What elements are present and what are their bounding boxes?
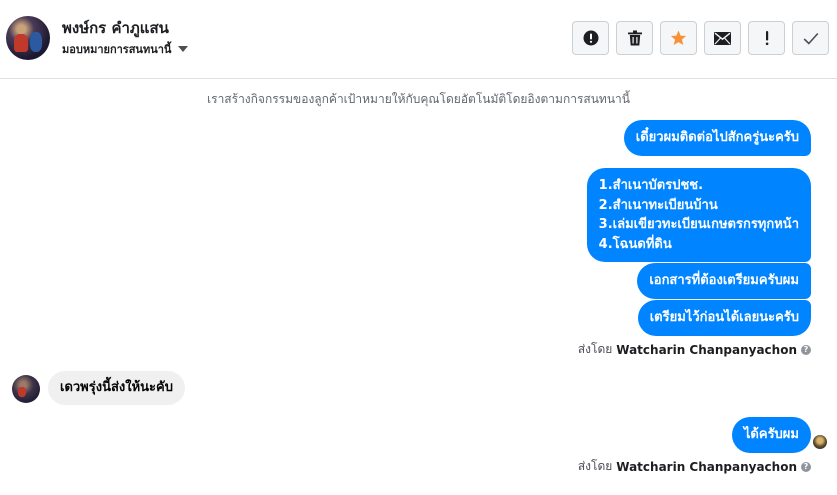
delete-button[interactable] bbox=[616, 21, 653, 55]
conversation-toolbar bbox=[572, 21, 829, 55]
outgoing-message[interactable]: เตรียมไว้ก่อนได้เลยนะครับ bbox=[637, 300, 811, 336]
outgoing-message[interactable]: 1.สำเนาบัตรปชช. 2.สำเนาทะเบียนบ้าน 3.เล่… bbox=[586, 168, 811, 262]
sender-name: Watcharin Chanpanyachon bbox=[616, 459, 797, 474]
sender-name: Watcharin Chanpanyachon bbox=[616, 342, 797, 357]
message-line: 2.สำเนาทะเบียนบ้าน bbox=[598, 197, 718, 213]
alert-circle-icon bbox=[583, 30, 598, 46]
contact-avatar[interactable] bbox=[6, 16, 50, 60]
message-text: เตรียมไว้ก่อนได้เลยนะครับ bbox=[649, 310, 799, 325]
message-line: 1.สำเนาบัตรปชช. bbox=[598, 178, 704, 193]
message-text: เดวพรุ่งนี้ส่งให้นะคับ bbox=[60, 380, 173, 395]
sent-by-prefix: ส่งโดย bbox=[577, 459, 613, 473]
sent-by-prefix: ส่งโดย bbox=[577, 342, 613, 356]
assign-label: มอบหมายการสนทนานี้ bbox=[62, 43, 172, 56]
message-text: เดี๋ยวผมติดต่อไปสักครู่นะครับ bbox=[635, 130, 799, 145]
message-line: 4.โฉนดที่ดิน bbox=[598, 236, 672, 252]
sent-by-label: ส่งโดย Watcharin Chanpanyachon ? bbox=[578, 340, 811, 359]
done-button[interactable] bbox=[792, 21, 829, 55]
spam-button[interactable] bbox=[748, 21, 785, 55]
conversation-header: พงษ์กร คำภูแสน มอบหมายการสนทนานี้ bbox=[0, 0, 837, 79]
outgoing-message[interactable]: ได้ครับผม bbox=[731, 417, 811, 453]
mark-unread-button[interactable] bbox=[704, 21, 741, 55]
help-icon[interactable]: ? bbox=[801, 461, 811, 472]
automation-notice: เราสร้างกิจกรรมของลูกค้าเป้าหมายให้กับคุ… bbox=[207, 92, 630, 106]
contact-avatar-small[interactable] bbox=[12, 375, 40, 403]
check-icon bbox=[803, 32, 818, 45]
sent-by-label: ส่งโดย Watcharin Chanpanyachon ? bbox=[578, 457, 811, 476]
incoming-message[interactable]: เดวพรุ่งนี้ส่งให้นะคับ bbox=[48, 371, 185, 405]
report-button[interactable] bbox=[572, 21, 609, 55]
envelope-icon bbox=[714, 31, 731, 45]
outgoing-message[interactable]: เอกสารที่ต้องเตรียมครับผม bbox=[637, 263, 811, 299]
outgoing-message[interactable]: เดี๋ยวผมติดต่อไปสักครู่นะครับ bbox=[623, 120, 811, 156]
assign-conversation-dropdown[interactable]: มอบหมายการสนทนานี้ bbox=[62, 40, 189, 58]
star-button[interactable] bbox=[660, 21, 697, 55]
message-line: 3.เล่มเขียวทะเบียนเกษตรกรทุกหน้า bbox=[598, 217, 799, 232]
exclamation-icon bbox=[765, 31, 768, 46]
message-text: ได้ครับผม bbox=[743, 427, 799, 442]
star-icon bbox=[670, 30, 687, 45]
message-text: เอกสารที่ต้องเตรียมครับผม bbox=[649, 273, 799, 288]
help-icon[interactable]: ? bbox=[801, 344, 811, 355]
seen-avatar-icon bbox=[813, 435, 827, 449]
trash-icon bbox=[627, 30, 642, 46]
caret-down-icon bbox=[178, 46, 189, 52]
contact-name[interactable]: พงษ์กร คำภูแสน bbox=[62, 16, 169, 40]
